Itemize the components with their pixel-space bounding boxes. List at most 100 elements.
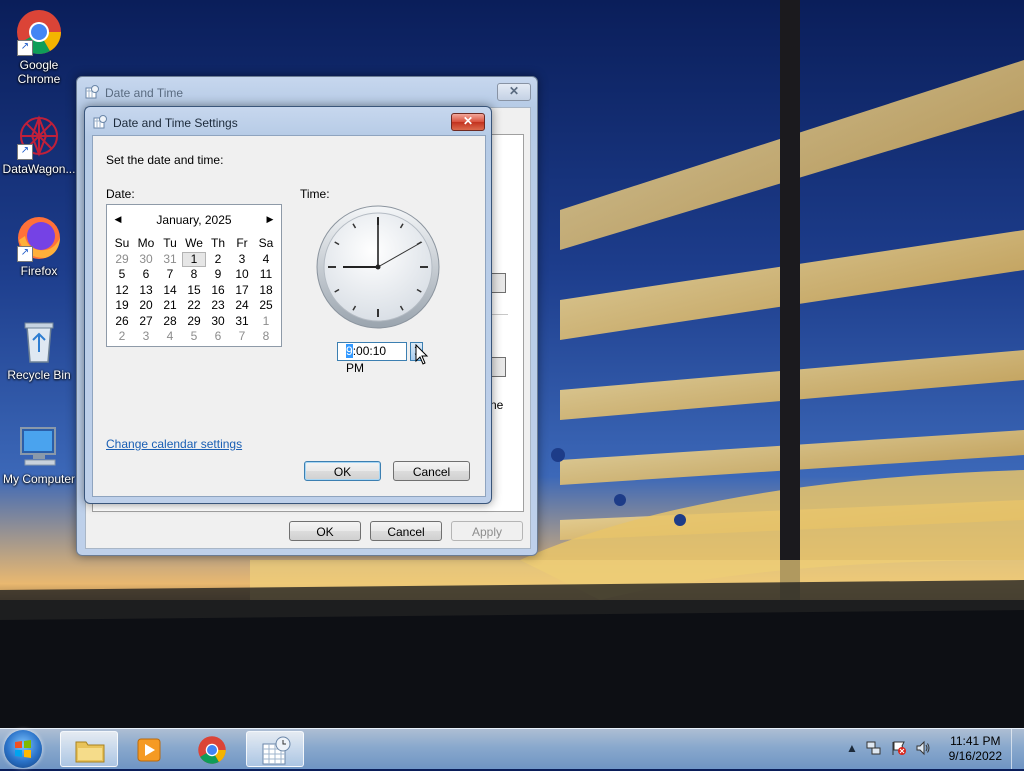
calendar-day[interactable]: 4 (158, 329, 182, 345)
weekday-label: Fr (236, 236, 248, 250)
change-calendar-settings-link[interactable]: Change calendar settings (106, 437, 242, 451)
calendar-day[interactable]: 27 (134, 314, 158, 330)
close-button[interactable]: ✕ (451, 113, 485, 131)
analog-clock (316, 205, 440, 329)
calendar-day[interactable]: 22 (182, 298, 206, 314)
weekday-label: Th (210, 236, 225, 250)
calendar-day[interactable]: 28 (158, 314, 182, 330)
calendar-day[interactable]: 6 (206, 329, 230, 345)
calendar-day[interactable]: 11 (254, 267, 278, 283)
calendar-day[interactable]: 14 (158, 283, 182, 299)
show-desktop-button[interactable] (1011, 729, 1024, 769)
taskbar: ▲ 11:41 PM 9/16/2022 (0, 728, 1024, 769)
calendar-day[interactable]: 1 (254, 314, 278, 330)
calendar-day[interactable]: 7 (158, 267, 182, 283)
calendar-day[interactable]: 7 (230, 329, 254, 345)
show-hidden-icons-arrow[interactable]: ▲ (846, 741, 858, 755)
volume-icon[interactable] (915, 740, 931, 756)
calendar-clock-icon (262, 736, 291, 765)
calendar-day[interactable]: 2 (110, 329, 134, 345)
desktop-icon-my-computer[interactable]: My Computer (1, 422, 77, 486)
calendar-day[interactable]: 15 (182, 283, 206, 299)
calendar-day[interactable]: 20 (134, 298, 158, 314)
calendar-week-row: 12 13 14 15 16 17 18 (110, 283, 278, 299)
next-month-button[interactable]: ▶ (263, 212, 277, 226)
calendar-day[interactable]: 9 (206, 267, 230, 283)
calendar-day[interactable]: 3 (230, 252, 254, 268)
calendar-day[interactable]: 6 (134, 267, 158, 283)
calendar-day[interactable]: 16 (206, 283, 230, 299)
desktop-icon-chrome[interactable]: ↗ Google Chrome (1, 8, 77, 86)
ok-button[interactable]: OK (304, 461, 381, 481)
calendar-day[interactable]: 23 (206, 298, 230, 314)
calendar-day[interactable]: 5 (182, 329, 206, 345)
month-calendar[interactable]: ◀ January, 2025 ▶ Su Mo Tu We Th Fr Sa 29 30 31 1 2… (106, 204, 282, 347)
calendar-day[interactable]: 8 (254, 329, 278, 345)
firefox-icon: ↗ (15, 214, 63, 262)
calendar-clock-icon (93, 115, 107, 129)
shortcut-arrow-icon: ↗ (17, 144, 33, 160)
media-player-icon (137, 738, 161, 762)
calendar-day[interactable]: 18 (254, 283, 278, 299)
taskbar-explorer[interactable] (60, 731, 118, 767)
close-button[interactable]: ✕ (497, 83, 531, 101)
mouse-pointer-icon (415, 344, 429, 365)
calendar-week-row: 29 30 31 1 2 3 4 (110, 251, 278, 268)
calendar-day[interactable]: 29 (182, 314, 206, 330)
action-center-flag-icon[interactable] (891, 740, 907, 756)
calendar-day[interactable]: 5 (110, 267, 134, 283)
desktop-icon-datawagon[interactable]: ↗ DataWagon... (1, 112, 77, 176)
calendar-day[interactable]: 4 (254, 252, 278, 268)
calendar-day[interactable]: 3 (134, 329, 158, 345)
calendar-month-year[interactable]: January, 2025 (107, 213, 281, 227)
calendar-day[interactable]: 25 (254, 298, 278, 314)
calendar-day[interactable]: 30 (134, 252, 158, 268)
calendar-day[interactable]: 13 (134, 283, 158, 299)
desktop-icon-recycle-bin[interactable]: Recycle Bin (1, 318, 77, 382)
date-and-time-titlebar[interactable]: Date and Time ✕ (77, 77, 537, 105)
calendar-day[interactable]: 2 (206, 252, 230, 268)
calendar-day[interactable]: 29 (110, 252, 134, 268)
time-label: Time: (300, 187, 330, 201)
calendar-day[interactable]: 10 (230, 267, 254, 283)
calendar-day[interactable]: 31 (158, 252, 182, 268)
partial-text: ne (490, 398, 504, 412)
calendar-week-row: 5 6 7 8 9 10 11 (110, 267, 278, 283)
calendar-day[interactable]: 24 (230, 298, 254, 314)
chrome-icon: ↗ (15, 8, 63, 56)
calendar-day[interactable]: 21 (158, 298, 182, 314)
system-clock[interactable]: 11:41 PM 9/16/2022 (949, 734, 1002, 764)
calendar-day[interactable]: 12 (110, 283, 134, 299)
calendar-day[interactable]: 26 (110, 314, 134, 330)
apply-button[interactable]: Apply (451, 521, 523, 541)
cancel-button[interactable]: Cancel (393, 461, 470, 481)
datawagon-icon: ↗ (15, 112, 63, 160)
weekday-label: Su (114, 236, 130, 250)
calendar-day[interactable]: 19 (110, 298, 134, 314)
calendar-week-row: 19 20 21 22 23 24 25 (110, 298, 278, 314)
time-input[interactable]: 9:00:10 PM (337, 342, 407, 375)
calendar-grid: Su Mo Tu We Th Fr Sa 29 30 31 1 2 3 4 5 6 7 8 9 10 11 12 13 14 1… (110, 236, 278, 345)
prompt-text: Set the date and time: (106, 153, 224, 167)
taskbar-chrome[interactable] (183, 731, 241, 767)
weekday-label: Sa (258, 236, 274, 250)
settings-titlebar[interactable]: Date and Time Settings ✕ (85, 107, 491, 135)
weekday-label: Tu (163, 236, 177, 250)
shortcut-arrow-icon: ↗ (17, 246, 33, 262)
taskbar-media-player[interactable] (120, 731, 178, 767)
calendar-week-row: 2345678 (110, 329, 278, 345)
calendar-day[interactable]: 8 (182, 267, 206, 283)
taskbar-date-time[interactable] (246, 731, 304, 767)
cancel-button[interactable]: Cancel (370, 521, 442, 541)
ok-button[interactable]: OK (289, 521, 361, 541)
dialog-body: Set the date and time: Date: Time: ◀ Jan… (92, 135, 486, 497)
start-button[interactable] (4, 730, 42, 768)
desktop-icon-firefox[interactable]: ↗ Firefox (1, 214, 77, 278)
time-hour-selected[interactable]: 9 (346, 344, 353, 358)
calendar-day[interactable]: 17 (230, 283, 254, 299)
calendar-day[interactable]: 30 (206, 314, 230, 330)
time-rest: :00:10 PM (346, 344, 387, 375)
network-icon[interactable] (866, 740, 882, 756)
calendar-day[interactable]: 31 (230, 314, 254, 330)
calendar-day-selected[interactable]: 1 (182, 251, 206, 267)
